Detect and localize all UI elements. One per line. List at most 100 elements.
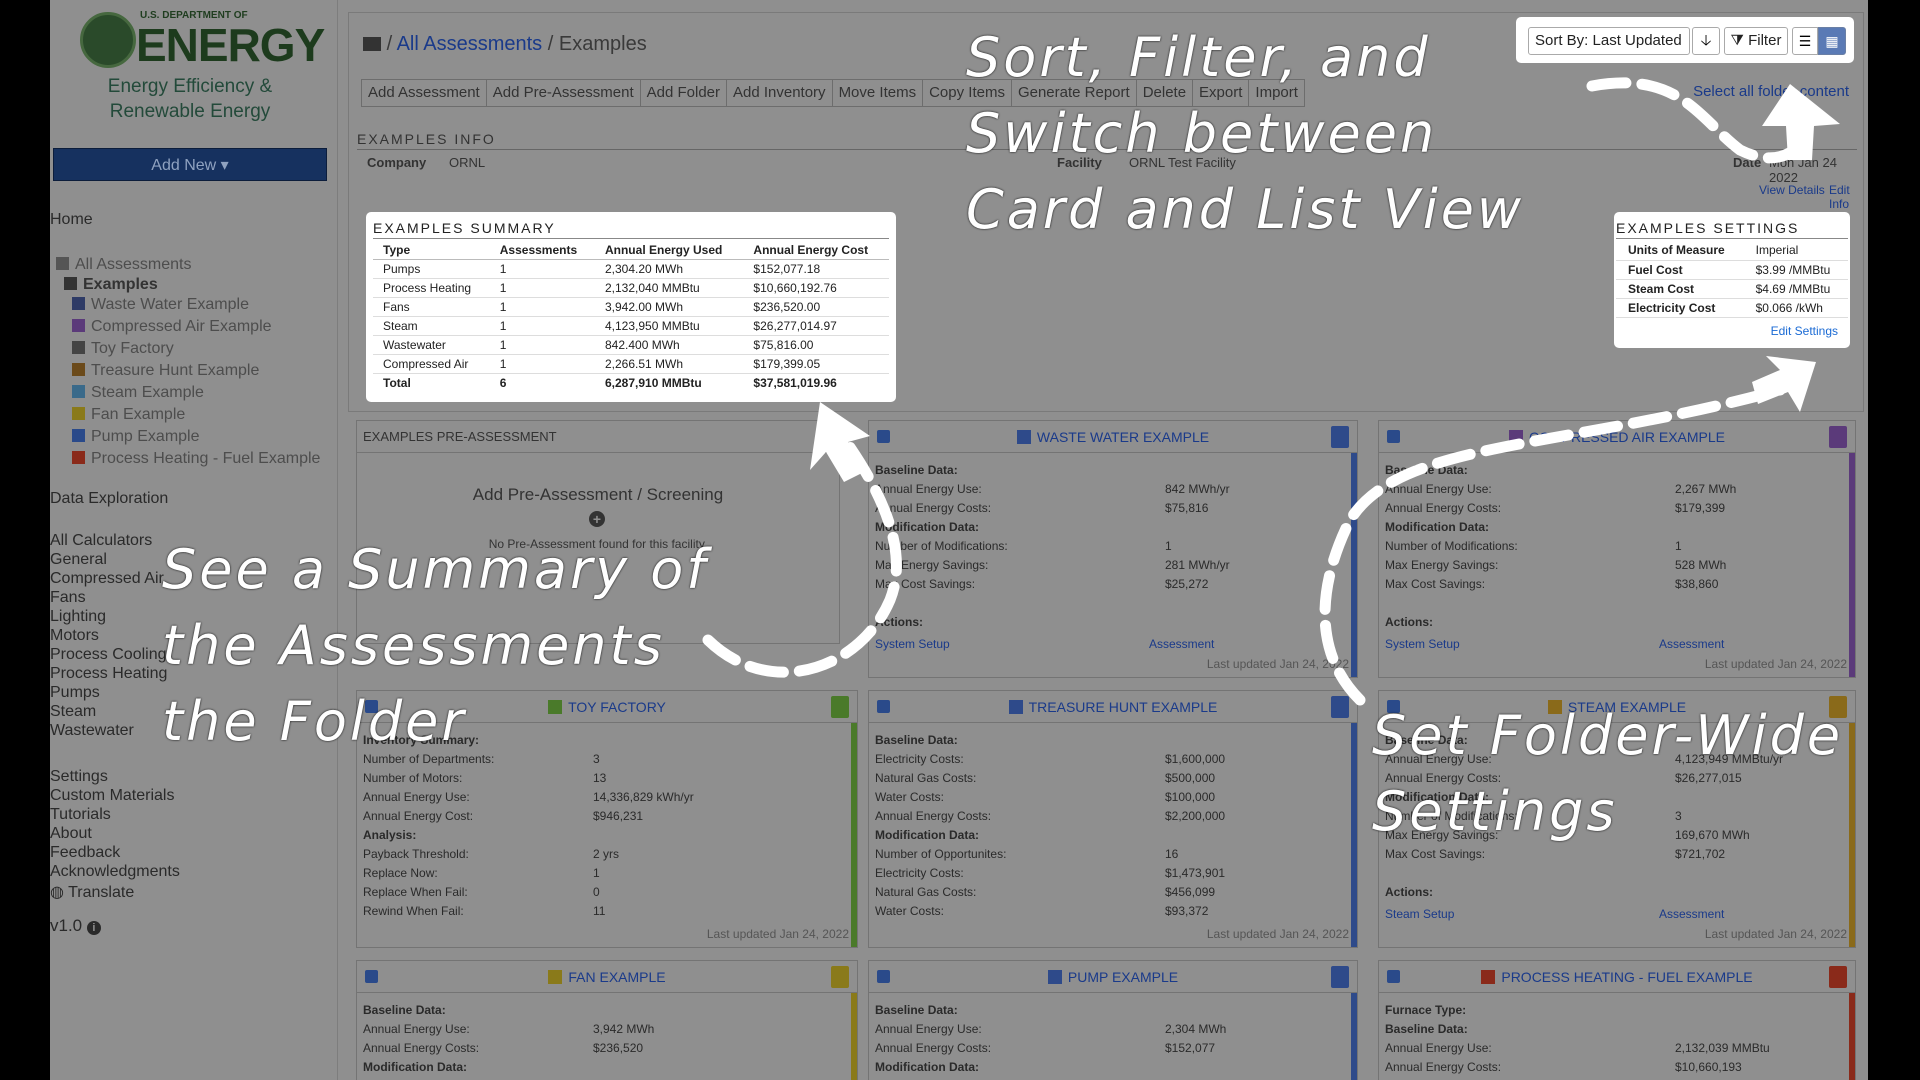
card-menu-dropdown[interactable] bbox=[1829, 966, 1847, 988]
assessment-card-fan[interactable]: FAN EXAMPLE Baseline Data: Annual Energy U… bbox=[356, 960, 858, 1080]
sidebar-tree-item[interactable]: Waste Water Example bbox=[72, 296, 249, 314]
card-menu-dropdown[interactable] bbox=[1829, 426, 1847, 448]
sidebar-tree-item[interactable]: Steam Example bbox=[72, 384, 204, 402]
sidebar-all-assessments[interactable]: All Assessments bbox=[56, 256, 191, 274]
card-row-label bbox=[875, 594, 1165, 613]
card-body: Baseline Data: Electricity Costs: $1,600,0… bbox=[869, 723, 1357, 929]
sidebar-calculator[interactable]: Pumps bbox=[50, 684, 100, 702]
edit-settings-link[interactable]: Edit Settings bbox=[1771, 324, 1838, 338]
logo-energy: ENERGY bbox=[136, 19, 325, 71]
card-title[interactable]: FAN EXAMPLE bbox=[357, 969, 857, 985]
sidebar-bottom-link[interactable]: Feedback bbox=[50, 844, 120, 862]
card-title[interactable]: PROCESS HEATING - FUEL EXAMPLE bbox=[1379, 969, 1855, 985]
sidebar-calculator[interactable]: Motors bbox=[50, 627, 99, 645]
sidebar-data-exploration[interactable]: Data Exploration bbox=[50, 490, 168, 508]
card-row-label: Baseline Data: bbox=[1385, 463, 1468, 477]
sidebar-bottom-link[interactable]: Tutorials bbox=[50, 806, 111, 824]
sidebar-home[interactable]: Home bbox=[50, 211, 93, 229]
plus-icon[interactable]: + bbox=[589, 511, 605, 527]
sidebar-calculator[interactable]: Wastewater bbox=[50, 722, 134, 740]
card-row-value: 1 bbox=[1165, 539, 1172, 553]
card-row-label: Electricity Costs: bbox=[875, 752, 964, 766]
summary-table: Type Assessments Annual Energy Used Annual … bbox=[373, 241, 889, 393]
card-row: Actions: bbox=[875, 613, 1351, 632]
assessment-type-icon bbox=[1016, 430, 1031, 444]
card-setup-link[interactable]: Steam Setup bbox=[1385, 907, 1454, 921]
sidebar-bottom-link[interactable]: Settings bbox=[50, 768, 108, 786]
card-row-label: Annual Energy Use: bbox=[363, 790, 470, 804]
card-title[interactable]: COMPRESSED AIR EXAMPLE bbox=[1379, 429, 1855, 445]
sidebar-calculator[interactable]: General bbox=[50, 551, 107, 569]
card-row: Baseline Data: bbox=[875, 731, 1351, 750]
breadcrumb-all-assessments[interactable]: All Assessments bbox=[397, 33, 543, 55]
sort-direction-icon[interactable]: 🡣 bbox=[1692, 27, 1720, 55]
sidebar-calculator[interactable]: Compressed Air bbox=[50, 570, 164, 588]
assessment-card-compressed[interactable]: COMPRESSED AIR EXAMPLE Baseline Data: Annu… bbox=[1378, 420, 1856, 678]
doe-logo[interactable]: U.S. DEPARTMENT OF ENERGY Energy Efficie… bbox=[80, 8, 325, 122]
toolbar-button[interactable]: Move Items bbox=[831, 79, 924, 107]
card-menu-dropdown[interactable] bbox=[1331, 696, 1349, 718]
assessment-card-wastewater[interactable]: WASTE WATER EXAMPLE Baseline Data: Annual … bbox=[868, 420, 1358, 678]
sort-select[interactable]: Sort By: Last Updated bbox=[1528, 27, 1690, 55]
toolbar-button[interactable]: Add Inventory bbox=[726, 79, 833, 107]
settings-row: Fuel Cost $3.99 /MMBtu bbox=[1616, 260, 1848, 280]
card-setup-link[interactable]: System Setup bbox=[875, 637, 950, 651]
sidebar-calculator[interactable]: Fans bbox=[50, 589, 86, 607]
folder-icon bbox=[363, 37, 381, 51]
sidebar-tree-item[interactable]: Compressed Air Example bbox=[72, 318, 272, 336]
sidebar-tree-item[interactable]: Treasure Hunt Example bbox=[72, 362, 259, 380]
assessment-card-heating[interactable]: PROCESS HEATING - FUEL EXAMPLE Furnace Ty… bbox=[1378, 960, 1856, 1080]
sidebar-tree-item[interactable]: Toy Factory bbox=[72, 340, 174, 358]
sidebar-folder-examples[interactable]: Examples bbox=[64, 276, 158, 294]
sidebar-calculator[interactable]: Steam bbox=[50, 703, 96, 721]
card-view-icon[interactable]: ▦ bbox=[1818, 27, 1846, 55]
card-title[interactable]: WASTE WATER EXAMPLE bbox=[869, 429, 1357, 445]
sort-filter-bar: Sort By: Last Updated 🡣 ⧩ Filter ☰ ▦ bbox=[1516, 17, 1854, 63]
card-menu-dropdown[interactable] bbox=[831, 696, 849, 718]
card-assessment-link[interactable]: Assessment bbox=[1659, 637, 1724, 651]
card-row-value: 14,336,829 kWh/yr bbox=[593, 790, 694, 804]
assessment-card-treasure[interactable]: TREASURE HUNT EXAMPLE Baseline Data: Elect… bbox=[868, 690, 1358, 948]
info-icon[interactable]: i bbox=[86, 921, 101, 935]
sidebar-bottom-link[interactable]: About bbox=[50, 825, 92, 843]
sidebar-bottom-link[interactable]: Acknowledgments bbox=[50, 863, 180, 881]
card-row: Payback Threshold: 2 yrs bbox=[363, 845, 851, 864]
toolbar-button[interactable]: Add Pre-Assessment bbox=[485, 79, 641, 107]
edit-info-link[interactable]: Edit Info bbox=[1829, 183, 1863, 211]
sidebar-tree-item[interactable]: Process Heating - Fuel Example bbox=[72, 450, 320, 468]
sidebar-bottom-link[interactable]: ◍ Translate bbox=[50, 882, 134, 902]
card-menu-dropdown[interactable] bbox=[1331, 966, 1349, 988]
sidebar-tree-item[interactable]: Pump Example bbox=[72, 428, 200, 446]
sidebar-bottom-link[interactable]: Custom Materials bbox=[50, 787, 174, 805]
assessment-type-icon bbox=[72, 363, 85, 376]
card-row: Modification Data: bbox=[875, 826, 1351, 845]
card-row-value: $236,520 bbox=[593, 1041, 644, 1055]
card-row-label: Annual Energy Costs: bbox=[363, 1041, 480, 1055]
add-new-button[interactable]: Add New ▾ bbox=[53, 148, 327, 181]
card-row-value: $38,860 bbox=[1675, 577, 1719, 591]
toolbar-button[interactable]: Add Assessment bbox=[361, 79, 487, 107]
filter-button[interactable]: ⧩ Filter bbox=[1724, 27, 1788, 55]
list-view-icon[interactable]: ☰ bbox=[1792, 27, 1818, 55]
card-menu-dropdown[interactable] bbox=[1331, 426, 1349, 448]
select-all-link[interactable]: Select all folder content bbox=[1693, 83, 1849, 100]
card-title[interactable]: TREASURE HUNT EXAMPLE bbox=[869, 699, 1357, 715]
card-assessment-link[interactable]: Assessment bbox=[1659, 907, 1724, 921]
assessment-card-pump[interactable]: PUMP EXAMPLE Baseline Data: Annual Energy … bbox=[868, 960, 1358, 1080]
sidebar-calculator[interactable]: Process Heating bbox=[50, 665, 167, 683]
card-menu-dropdown[interactable] bbox=[831, 966, 849, 988]
add-pre-assessment-button[interactable]: Add Pre-Assessment / Screening bbox=[357, 485, 839, 505]
view-details-link[interactable]: View Details bbox=[1759, 183, 1825, 197]
assessment-type-icon bbox=[1047, 970, 1062, 984]
sidebar-calculator[interactable]: All Calculators bbox=[50, 532, 152, 550]
card-assessment-link[interactable]: Assessment bbox=[1149, 637, 1214, 651]
toolbar-button[interactable]: Add Folder bbox=[639, 79, 727, 107]
assessment-type-icon bbox=[1481, 970, 1496, 984]
card-row: Natural Gas Costs: $500,000 bbox=[875, 769, 1351, 788]
card-setup-link[interactable]: System Setup bbox=[1385, 637, 1460, 651]
card-title[interactable]: PUMP EXAMPLE bbox=[869, 969, 1357, 985]
assessment-type-icon bbox=[72, 407, 85, 420]
sidebar-calculator[interactable]: Lighting bbox=[50, 608, 106, 626]
sidebar-tree-item[interactable]: Fan Example bbox=[72, 406, 185, 424]
sidebar-calculator[interactable]: Process Cooling bbox=[50, 646, 167, 664]
